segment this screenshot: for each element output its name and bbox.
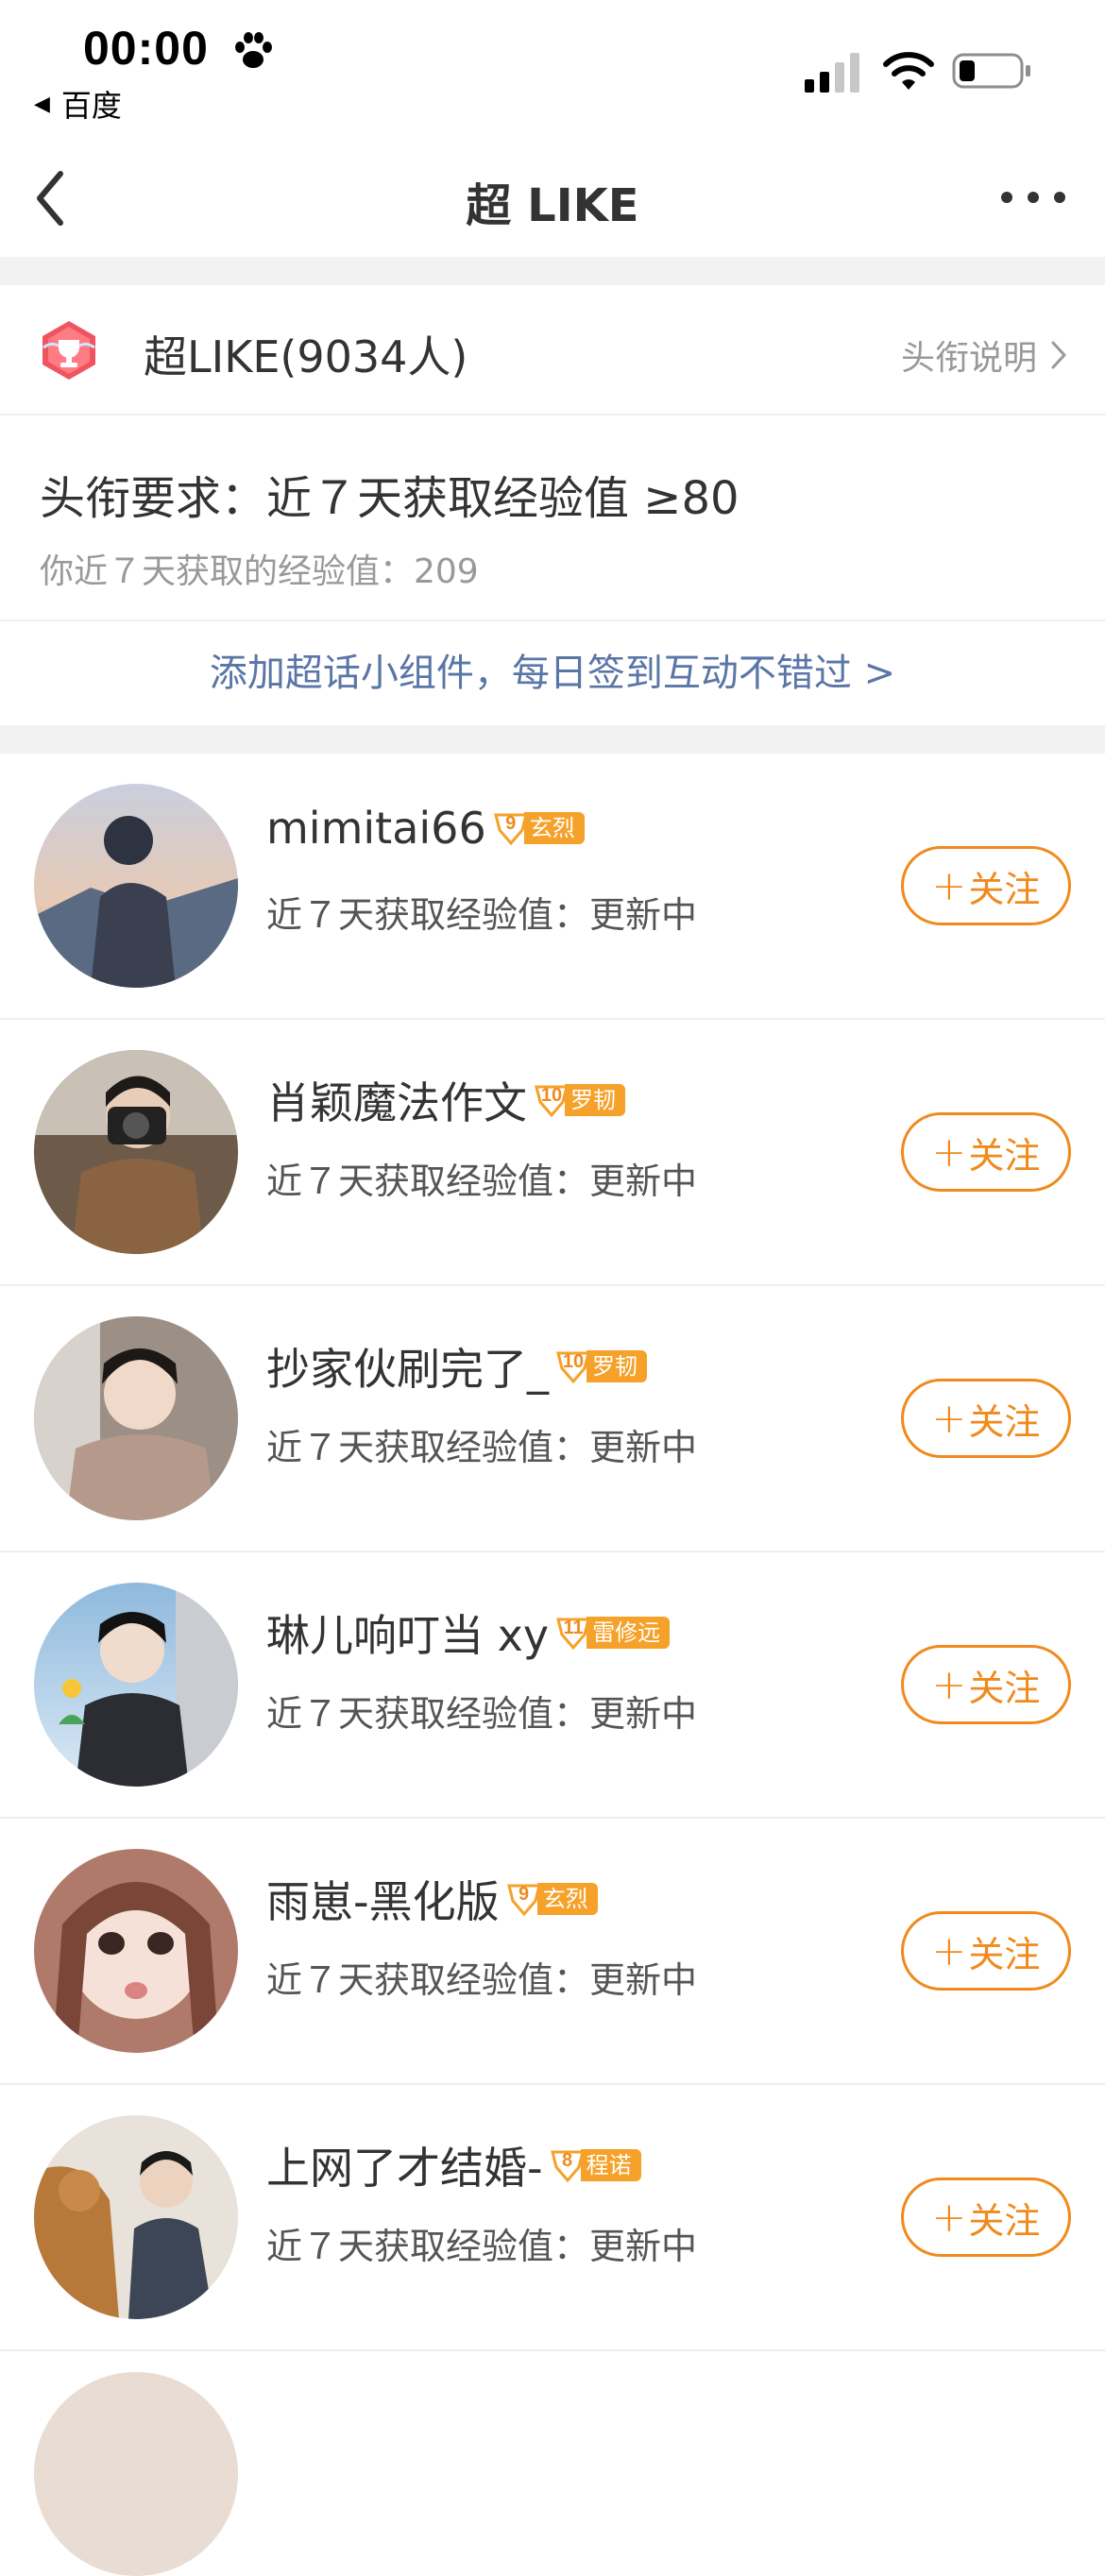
follow-button[interactable]: + 关注 xyxy=(901,1379,1071,1458)
user-exp: 近７天获取经验值：更新中 xyxy=(266,2226,698,2267)
level-badge: 9 玄烈 xyxy=(505,1880,598,1918)
nav-bar: 超 LIKE xyxy=(0,142,1105,257)
user-exp: 近７天获取经验值：更新中 xyxy=(266,1959,698,2001)
follow-button[interactable]: + 关注 xyxy=(901,846,1071,925)
my-exp-text: 你近７天获取的经验值：209 xyxy=(40,552,479,591)
battery-icon xyxy=(952,53,1030,89)
follow-label: 关注 xyxy=(968,2199,1041,2242)
title-header: 超LIKE(9034人) 头衔说明 xyxy=(0,285,1105,415)
follow-button[interactable]: + 关注 xyxy=(901,1112,1071,1192)
add-widget-link[interactable]: 添加超话小组件，每日签到互动不错过 > xyxy=(0,621,1105,725)
follow-button[interactable]: + 关注 xyxy=(901,1911,1071,1991)
level-shield-icon: 9 xyxy=(492,809,530,847)
user-name[interactable]: mimitai66 xyxy=(266,803,486,854)
plus-icon: + xyxy=(931,2193,967,2242)
section-divider xyxy=(0,257,1105,285)
plus-icon: + xyxy=(931,1926,967,1975)
level-shield-icon: 9 xyxy=(505,1880,543,1918)
plus-icon: + xyxy=(931,1127,967,1177)
plus-icon: + xyxy=(931,1660,967,1709)
back-triangle-icon: ◀ xyxy=(34,92,50,116)
user-name-line: mimitai66 9 玄烈 xyxy=(266,803,585,854)
page-title: 超 LIKE xyxy=(466,179,639,232)
level-rank: 玄烈 xyxy=(536,1883,598,1915)
level-number: 9 xyxy=(518,1884,530,1905)
user-row[interactable]: mimitai66 9 玄烈近７天获取经验值：更新中 + 关注 xyxy=(0,754,1105,1020)
follow-label: 关注 xyxy=(968,1134,1041,1177)
user-row[interactable]: 肖颖魔法作文 10 罗韧 近７天获取经验值：更新中 + 关注 xyxy=(0,1020,1105,1286)
level-number: 11 xyxy=(563,1618,584,1638)
level-rank: 程诺 xyxy=(580,2149,641,2181)
paw-icon xyxy=(235,32,272,68)
follow-label: 关注 xyxy=(968,1400,1041,1443)
back-app-label: 百度 xyxy=(60,88,122,124)
level-rank: 罗韧 xyxy=(586,1350,647,1382)
follow-button[interactable]: + 关注 xyxy=(901,2178,1071,2257)
user-name[interactable]: 雨崽-黑化版 xyxy=(266,1868,500,1930)
level-badge: 11 雷修远 xyxy=(554,1614,671,1652)
title-explanation-link[interactable]: 头衔说明 xyxy=(901,330,1067,380)
level-badge: 8 程诺 xyxy=(549,2146,641,2184)
user-name[interactable]: 琳儿响叮当 xy xyxy=(266,1602,549,1664)
level-shield-icon: 11 xyxy=(554,1614,592,1652)
plus-icon: + xyxy=(931,1394,967,1443)
follow-label: 关注 xyxy=(968,1667,1041,1709)
level-number: 10 xyxy=(562,1351,585,1372)
user-name-line: 上网了才结婚- 8 程诺 xyxy=(266,2134,641,2196)
title-explanation-label: 头衔说明 xyxy=(900,339,1037,378)
back-to-app-link[interactable]: ◀ 百度 xyxy=(34,83,122,125)
user-name-line: 琳儿响叮当 xy 11 雷修远 xyxy=(266,1602,671,1664)
avatar[interactable] xyxy=(34,1316,238,1520)
status-time: 00:00 xyxy=(83,22,209,75)
level-shield-icon: 10 xyxy=(554,1347,592,1385)
more-dots-icon[interactable] xyxy=(999,183,1067,212)
user-name-line: 抄家伙刷完了_ 10 罗韧 xyxy=(266,1335,647,1398)
user-name[interactable]: 上网了才结婚- xyxy=(266,2134,543,2196)
user-exp: 近７天获取经验值：更新中 xyxy=(266,1693,698,1735)
requirement-block: 头衔要求：近７天获取经验值 ≥80 你近７天获取的经验值：209 xyxy=(0,415,1105,621)
signal-icon xyxy=(805,53,859,93)
level-badge: 10 罗韧 xyxy=(554,1347,647,1385)
user-row[interactable]: 雨崽-黑化版 9 玄烈近７天获取经验值：更新中 + 关注 xyxy=(0,1819,1105,2085)
chevron-right-icon xyxy=(1051,341,1066,369)
level-badge: 10 罗韧 xyxy=(533,1081,625,1119)
user-exp: 近７天获取经验值：更新中 xyxy=(266,1161,698,1202)
user-name-line: 肖颖魔法作文 10 罗韧 xyxy=(266,1069,625,1131)
status-bar: 00:00 ◀ 百度 xyxy=(0,0,1105,142)
user-row[interactable]: 琳儿响叮当 xy 11 雷修远 近７天获取经验值：更新中 + 关注 xyxy=(0,1552,1105,1819)
avatar[interactable] xyxy=(34,1583,238,1787)
user-name-line: 雨崽-黑化版 9 玄烈 xyxy=(266,1868,598,1930)
follow-label: 关注 xyxy=(968,1933,1041,1975)
level-rank: 罗韧 xyxy=(565,1084,625,1116)
level-shield-icon: 10 xyxy=(533,1081,570,1119)
level-rank: 雷修远 xyxy=(586,1617,671,1649)
title-count: 超LIKE(9034人) xyxy=(144,331,468,382)
wifi-icon xyxy=(883,52,934,90)
trophy-gem-icon xyxy=(42,321,95,380)
user-row[interactable]: 上网了才结婚- 8 程诺近７天获取经验值：更新中 + 关注 xyxy=(0,2085,1105,2351)
user-name[interactable]: 肖颖魔法作文 xyxy=(266,1069,527,1131)
user-name[interactable]: 抄家伙刷完了_ xyxy=(266,1335,549,1398)
level-shield-icon: 8 xyxy=(549,2146,586,2184)
plus-icon: + xyxy=(931,861,967,910)
avatar[interactable] xyxy=(34,784,238,988)
avatar[interactable] xyxy=(34,2115,238,2319)
requirement-text: 头衔要求：近７天获取经验值 ≥80 xyxy=(40,472,740,525)
section-divider xyxy=(0,725,1105,754)
level-number: 10 xyxy=(540,1085,563,1106)
avatar[interactable] xyxy=(34,1050,238,1254)
user-exp: 近７天获取经验值：更新中 xyxy=(266,894,698,936)
level-rank: 玄烈 xyxy=(523,812,585,844)
level-badge: 9 玄烈 xyxy=(492,809,585,847)
level-number: 8 xyxy=(562,2150,573,2171)
level-number: 9 xyxy=(505,813,517,834)
follow-label: 关注 xyxy=(968,868,1041,910)
user-exp: 近７天获取经验值：更新中 xyxy=(266,1427,698,1468)
user-row[interactable]: 抄家伙刷完了_ 10 罗韧 近７天获取经验值：更新中 + 关注 xyxy=(0,1286,1105,1552)
avatar[interactable] xyxy=(34,1849,238,2053)
follow-button[interactable]: + 关注 xyxy=(901,1645,1071,1724)
avatar[interactable] xyxy=(34,2372,238,2576)
